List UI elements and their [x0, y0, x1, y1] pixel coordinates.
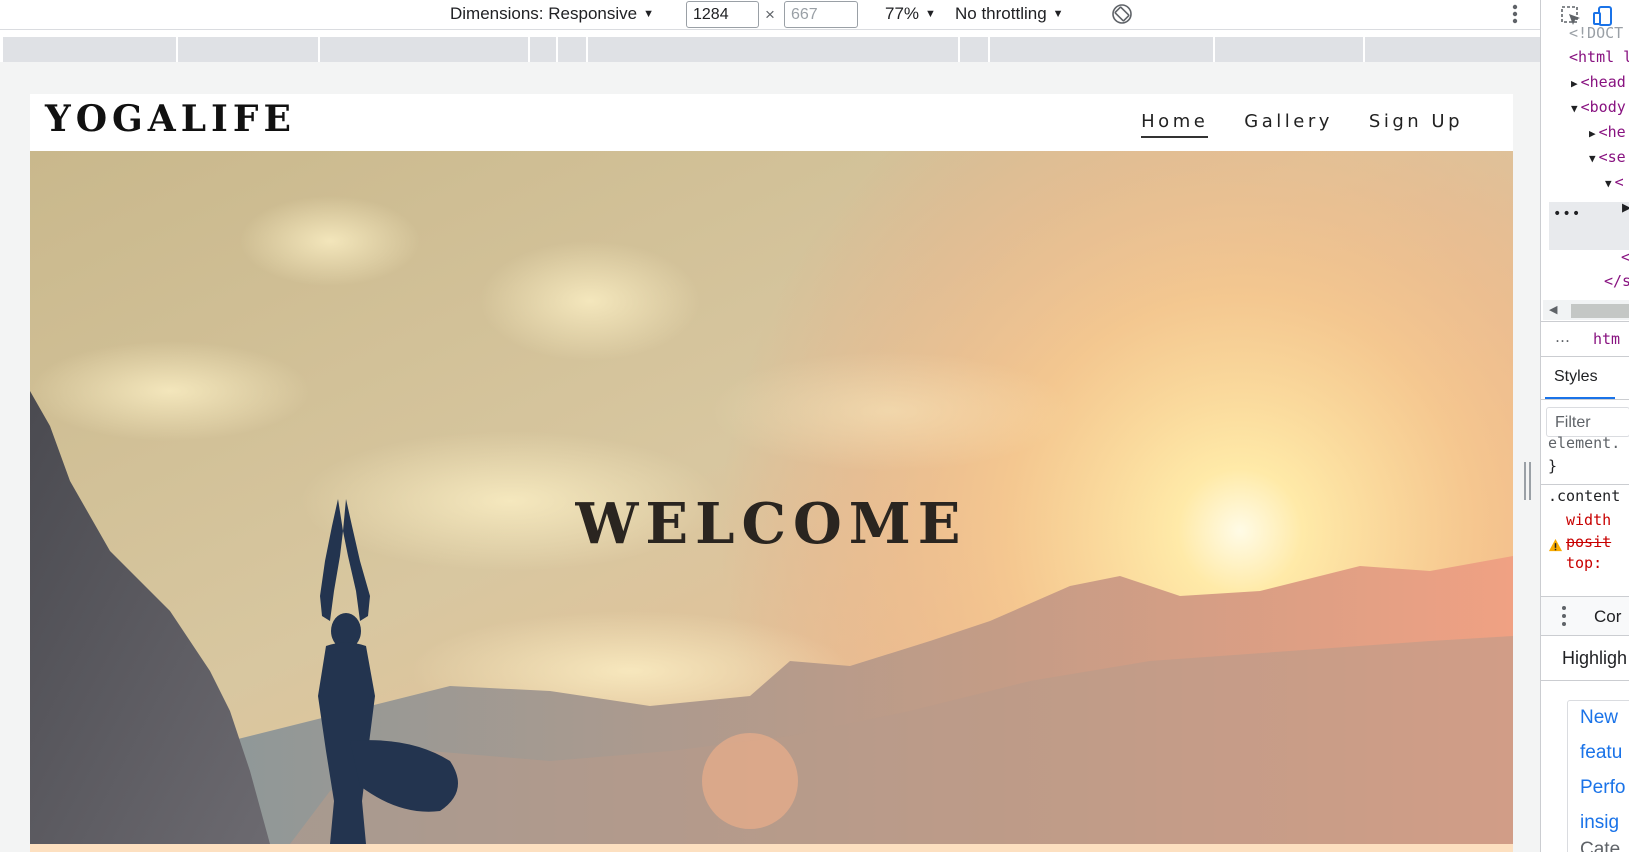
site-navbar: YOGALIFE Home Gallery Sign Up — [30, 94, 1513, 151]
media-query-bar[interactable] — [3, 37, 1540, 62]
news-link[interactable]: Perfo — [1580, 777, 1625, 799]
tree-horizontal-scrollbar[interactable]: ◀ — [1543, 300, 1629, 320]
zoom-dropdown[interactable]: 77% ▼ — [885, 4, 936, 24]
nav-link-gallery[interactable]: Gallery — [1244, 111, 1333, 138]
collapse-icon: ▼ — [1589, 152, 1596, 165]
rule-property[interactable]: top: — [1566, 554, 1602, 572]
node-actions-icon[interactable]: ••• — [1553, 206, 1581, 222]
throttling-dropdown[interactable]: No throttling ▼ — [955, 4, 1064, 24]
height-input[interactable] — [784, 1, 858, 28]
styles-filter-input[interactable]: Filter — [1546, 407, 1629, 437]
whats-new-card: New featu Perfo insig Cate — [1567, 700, 1629, 852]
rotate-icon[interactable] — [1110, 2, 1134, 26]
dimensions-dropdown[interactable]: Dimensions: Responsive ▼ — [450, 4, 654, 24]
nav-link-home[interactable]: Home — [1141, 111, 1209, 138]
times-symbol: × — [765, 5, 775, 24]
drawer-menu-icon[interactable] — [1561, 605, 1567, 627]
tree-node-selected-marker: ▶ — [1622, 198, 1629, 216]
tree-node[interactable]: < — [1621, 248, 1629, 266]
tree-node[interactable]: ▼ <se — [1589, 148, 1626, 166]
rule-property-invalid[interactable]: posit — [1566, 533, 1611, 551]
nav-links: Home Gallery Sign Up — [1141, 111, 1463, 138]
warning-icon[interactable] — [1548, 538, 1563, 553]
device-toolbar: Dimensions: Responsive ▼ × 77% ▼ No thrott… — [0, 0, 1540, 30]
news-link[interactable]: featu — [1580, 742, 1622, 764]
tree-node[interactable]: </s — [1604, 272, 1629, 290]
throttling-label: No throttling — [955, 4, 1047, 23]
tree-node-head[interactable]: ▶ <head — [1571, 73, 1626, 91]
highlights-title: Highligh — [1562, 648, 1628, 668]
tree-node[interactable]: <html l — [1569, 48, 1629, 66]
collapse-icon: ▼ — [1605, 177, 1612, 190]
viewport-resize-handle[interactable] — [1524, 462, 1532, 500]
news-text: Cate — [1580, 839, 1621, 852]
next-section-edge — [30, 844, 1513, 852]
rule-close-brace: } — [1548, 457, 1558, 475]
tab-console[interactable]: Cor — [1594, 607, 1621, 627]
rule-divider — [1541, 484, 1629, 485]
more-options-icon[interactable] — [1505, 2, 1525, 26]
news-link[interactable]: insig — [1580, 812, 1619, 834]
devtools-panel: ••• <!DOCT <html l ▶ <head ▼ <body ▶ <he ▼ <… — [1540, 0, 1629, 852]
news-link[interactable]: New — [1580, 707, 1618, 729]
expand-icon: ▶ — [1589, 127, 1596, 140]
tree-node[interactable]: ▼ < — [1605, 173, 1624, 191]
tree-node[interactable]: ▶ <he — [1589, 123, 1626, 141]
tab-styles[interactable]: Styles — [1554, 368, 1598, 386]
zoom-caret-icon: ▼ — [925, 8, 936, 20]
whats-new-header: Highligh — [1541, 636, 1629, 681]
drawer-toolbar: Cor — [1541, 596, 1629, 636]
nav-link-sign-up[interactable]: Sign Up — [1369, 111, 1463, 138]
dimensions-caret-icon: ▼ — [643, 8, 654, 20]
scroll-left-icon[interactable]: ◀ — [1549, 303, 1557, 316]
breadcrumb-item[interactable]: htm — [1593, 330, 1620, 348]
collapse-icon: ▼ — [1571, 102, 1578, 115]
elements-tree: ••• <!DOCT <html l ▶ <head ▼ <body ▶ <he ▼ <… — [1541, 24, 1629, 300]
hero-section: WELCOME — [30, 151, 1513, 844]
active-tab-underline — [1545, 397, 1615, 399]
rule-selector[interactable]: element. — [1548, 434, 1620, 452]
tree-node-body[interactable]: ▼ <body — [1571, 98, 1626, 116]
width-input[interactable] — [686, 1, 759, 28]
site-logo[interactable]: YOGALIFE — [45, 98, 296, 140]
breadcrumb-overflow-icon[interactable]: … — [1555, 328, 1570, 346]
throttling-caret-icon: ▼ — [1052, 8, 1064, 20]
expand-icon: ▶ — [1571, 77, 1578, 90]
rule-property[interactable]: width — [1566, 511, 1611, 529]
rule-selector[interactable]: .content — [1548, 487, 1620, 505]
dom-breadcrumb: … htm — [1541, 321, 1629, 357]
hero-heading: WELCOME — [575, 491, 968, 557]
scrollbar-thumb[interactable] — [1571, 304, 1629, 318]
dimensions-label: Dimensions: Responsive — [450, 4, 638, 23]
styles-tab-bar: Styles — [1541, 358, 1629, 400]
zoom-label: 77% — [885, 4, 920, 23]
emulated-page: YOGALIFE Home Gallery Sign Up WELCOME — [30, 94, 1513, 852]
tree-node[interactable]: <!DOCT — [1569, 24, 1623, 42]
